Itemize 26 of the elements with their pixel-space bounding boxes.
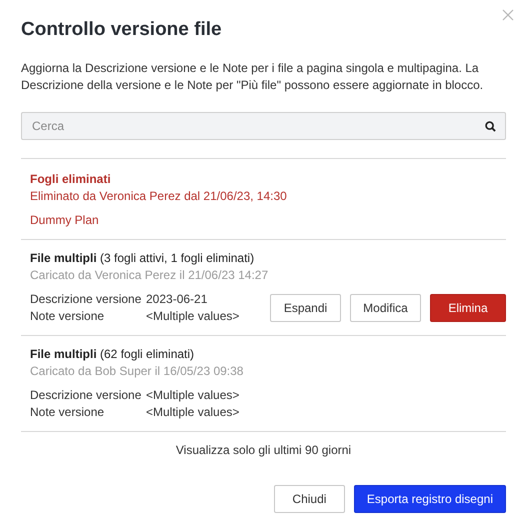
group-subtitle: Eliminato da Veronica Perez dal 21/06/23, 14:30	[30, 188, 288, 205]
dialog-button[interactable]: Esporta registro disegni	[354, 485, 506, 513]
group-title: Fogli eliminati	[30, 171, 112, 188]
search-field[interactable]: Cerca	[21, 112, 506, 140]
field-label: Note versione	[30, 308, 106, 325]
group-title: File multipli (3 fogli attivi, 1 fogli eliminati)	[30, 250, 256, 267]
action-button[interactable]: Modifica	[350, 294, 421, 322]
search-icon	[485, 121, 496, 132]
field-value: 2023-06-21	[146, 291, 208, 308]
field-label: Descrizione versione	[30, 387, 142, 404]
close-icon[interactable]	[502, 9, 514, 21]
dialog-button[interactable]: Chiudi	[274, 485, 345, 513]
field-label: Descrizione versione	[30, 291, 142, 308]
footer-note: Visualizza solo gli ultimi 90 giorni	[174, 442, 352, 459]
action-button[interactable]: Espandi	[270, 294, 341, 322]
group-subtitle: Caricato da Bob Super il 16/05/23 09:38	[30, 363, 244, 380]
action-button[interactable]: Elimina	[430, 294, 506, 322]
field-value: <Multiple values>	[146, 404, 240, 421]
field-value: <Multiple values>	[146, 387, 240, 404]
group-subtitle: Caricato da Veronica Perez il 21/06/23 14:27	[30, 267, 270, 284]
field-value: <Multiple values>	[146, 308, 240, 325]
dialog-title: Controllo versione file	[21, 18, 223, 42]
deleted-file-name: Dummy Plan	[30, 212, 100, 229]
group-title: File multipli (62 fogli eliminati)	[30, 346, 196, 363]
field-label: Note versione	[30, 404, 106, 421]
dialog-description: Aggiorna la Descrizione versione e le Note per i file a pagina singola e multipagina. La Descrizione della versione e le Note per "Più file" possono essere aggiornate in blocco.	[21, 60, 484, 94]
